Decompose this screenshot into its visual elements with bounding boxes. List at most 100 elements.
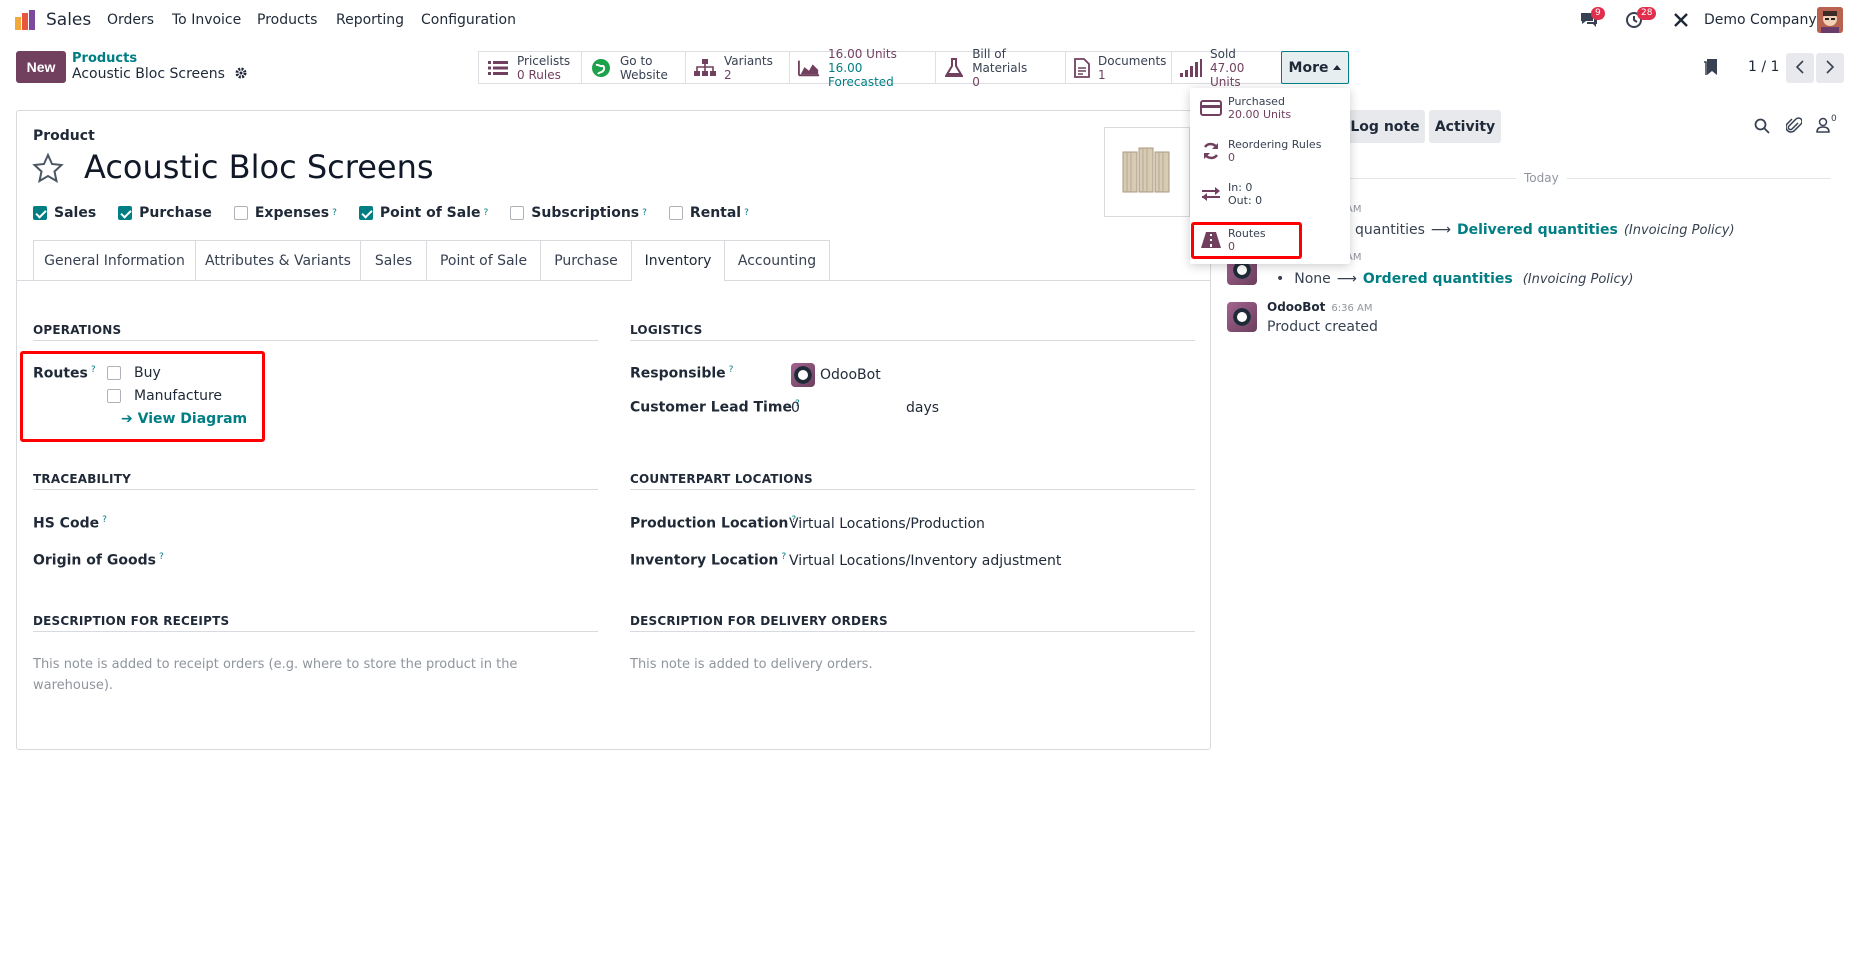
pager-next-button[interactable] [1816, 53, 1844, 83]
breadcrumb-products[interactable]: Products [72, 51, 137, 66]
on-hand-value: 16.00 Units [828, 46, 897, 61]
go-to-website-smart-button[interactable]: Go to Website [582, 51, 686, 84]
messages-icon[interactable]: 9 [1579, 7, 1605, 33]
tab-point-of-sale[interactable]: Point of Sale [427, 240, 541, 280]
in-out-smart-button[interactable]: In: 0 Out: 0 [1190, 174, 1350, 214]
search-messages-icon[interactable] [1754, 118, 1770, 138]
point-of-sale-flag[interactable]: Point of Sale? [358, 205, 488, 221]
sold-smart-button[interactable]: Sold 47.00 Units [1172, 47, 1282, 89]
delivery-description-input[interactable]: This note is added to delivery orders. [630, 654, 1130, 675]
purchased-value: 20.00 Units [1228, 108, 1292, 121]
rental-flag[interactable]: Rental? [668, 205, 749, 221]
purchased-smart-button[interactable]: Purchased 20.00 Units [1190, 88, 1350, 128]
product-image[interactable] [1104, 127, 1190, 217]
caret-up-icon [1333, 65, 1342, 70]
origin-of-goods-input[interactable] [191, 549, 591, 571]
log-note-button[interactable]: Log note [1345, 110, 1425, 143]
more-button[interactable]: More [1281, 51, 1349, 84]
refresh-icon [1200, 141, 1222, 161]
pricelists-smart-button[interactable]: Pricelists 0 Rules [478, 51, 582, 84]
menu-configuration[interactable]: Configuration [421, 12, 516, 28]
traceability-divider [33, 489, 598, 490]
variants-smart-button[interactable]: Variants 2 [686, 51, 790, 84]
file-icon [1074, 57, 1090, 79]
product-label: Product [33, 128, 95, 144]
forecasted-value: 16.00 Forecasted [828, 60, 894, 89]
customer-lead-time-input[interactable]: 0 [791, 400, 800, 416]
tab-purchase[interactable]: Purchase [541, 240, 632, 280]
menu-reporting[interactable]: Reporting [336, 12, 404, 28]
point-of-sale-checkbox[interactable] [358, 206, 373, 220]
paperclip-icon[interactable] [1785, 117, 1803, 139]
subscriptions-checkbox[interactable] [510, 206, 525, 220]
activity-button[interactable]: Activity [1429, 110, 1501, 143]
bom-smart-button[interactable]: Bill of Materials 0 [936, 47, 1066, 89]
message-3-avatar[interactable] [1227, 302, 1257, 332]
pager-previous-button[interactable] [1786, 53, 1814, 83]
message-3-author[interactable]: OdooBot [1267, 300, 1325, 314]
rental-checkbox[interactable] [668, 206, 683, 220]
menu-products[interactable]: Products [257, 12, 317, 28]
tab-attributes-variants[interactable]: Attributes & Variants [196, 240, 361, 280]
reordering-rules-smart-button[interactable]: Reordering Rules 0 [1190, 131, 1350, 171]
website-label: Website [620, 67, 668, 82]
expenses-checkbox[interactable] [233, 206, 248, 220]
debug-tools-icon[interactable] [1673, 12, 1689, 32]
sales-flag[interactable]: Sales [33, 205, 96, 221]
long-arrow-right-icon: ⟶ [1336, 271, 1357, 287]
company-switcher[interactable]: Demo Company [1704, 12, 1817, 28]
message-3-body: Product created [1267, 319, 1378, 335]
message-2-new-value: Ordered quantities [1362, 271, 1513, 287]
point-of-sale-flag-label: Point of Sale [379, 205, 481, 221]
favorite-star-icon[interactable] [32, 152, 64, 188]
flask-icon [944, 57, 964, 79]
hs-code-label-text: HS Code [33, 515, 100, 532]
production-location-field[interactable]: Virtual Locations/Production [789, 516, 985, 532]
forecast-smart-button[interactable]: 16.00 Units 16.00 Forecasted [790, 47, 936, 89]
user-avatar[interactable] [1817, 7, 1843, 33]
app-logo-icon[interactable] [14, 9, 36, 31]
new-button[interactable]: New [16, 51, 66, 83]
app-name[interactable]: Sales [46, 10, 91, 30]
sitemap-icon [694, 57, 716, 79]
purchase-checkbox[interactable] [118, 206, 133, 220]
pager-value[interactable]: 1 / 1 [1748, 59, 1779, 75]
tab-general-information[interactable]: General Information [33, 240, 196, 280]
reordering-rules-label: Reordering Rules [1228, 138, 1322, 151]
routes-highlight-box [20, 351, 265, 442]
today-label: Today [1516, 171, 1567, 185]
bookmark-icon[interactable] [1703, 58, 1719, 80]
product-name-field[interactable]: Acoustic Bloc Screens [84, 148, 434, 186]
hs-code-input[interactable] [191, 512, 591, 534]
gear-icon[interactable] [235, 67, 247, 83]
documents-smart-button[interactable]: Documents 1 [1066, 51, 1172, 84]
delivery-description-title: DESCRIPTION FOR DELIVERY ORDERS [630, 614, 888, 628]
logistics-divider [630, 340, 1195, 341]
logistics-title: LOGISTICS [630, 323, 703, 337]
operations-title: OPERATIONS [33, 323, 122, 337]
variants-value: 2 [724, 67, 732, 82]
receipts-description-input[interactable]: This note is added to receipt orders (e.… [33, 654, 533, 696]
tab-sales[interactable]: Sales [361, 240, 427, 280]
activities-icon[interactable]: 28 [1625, 7, 1657, 33]
out-label: Out: 0 [1228, 194, 1263, 207]
purchase-flag[interactable]: Purchase [118, 205, 212, 221]
menu-orders[interactable]: Orders [107, 12, 154, 28]
origin-of-goods-label: Origin of Goods? [33, 552, 164, 569]
inventory-location-field[interactable]: Virtual Locations/Inventory adjustment [789, 553, 1061, 569]
expenses-flag[interactable]: Expenses? [233, 205, 337, 221]
sold-value: 47.00 Units [1210, 60, 1245, 89]
tab-inventory[interactable]: Inventory [632, 240, 725, 281]
exchange-icon [1200, 186, 1222, 202]
tab-accounting[interactable]: Accounting [725, 240, 830, 280]
responsible-field[interactable]: OdooBot [791, 363, 881, 387]
list-icon [487, 57, 509, 79]
followers-button[interactable]: 0 [1816, 114, 1837, 137]
menu-to-invoice[interactable]: To Invoice [172, 12, 241, 28]
sales-checkbox[interactable] [33, 206, 47, 220]
go-to-label: Go to [620, 53, 653, 68]
activities-badge: 28 [1637, 7, 1657, 20]
message-3-header: OdooBot 6:36 AM [1267, 300, 1373, 314]
globe-icon [590, 57, 612, 79]
subscriptions-flag[interactable]: Subscriptions? [510, 205, 647, 221]
